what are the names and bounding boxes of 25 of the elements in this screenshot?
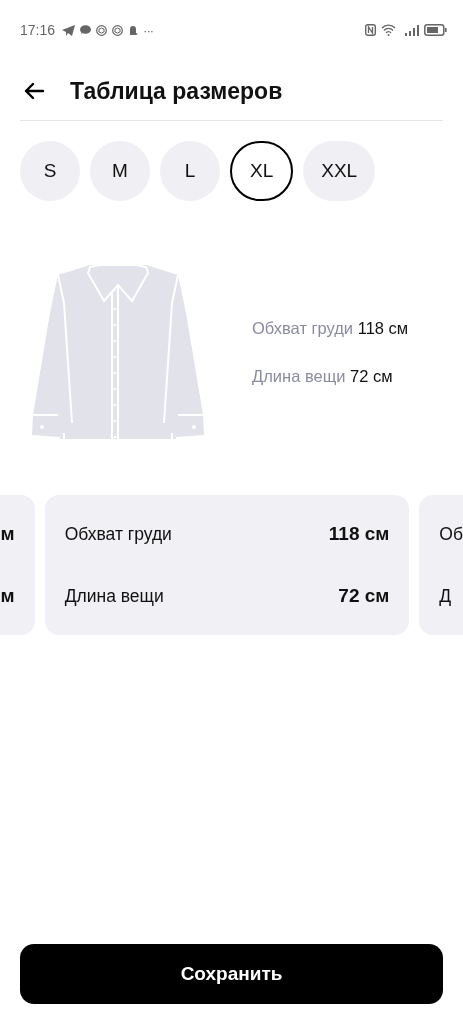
- measurement-text: Длина вещи 72 см: [252, 366, 394, 386]
- chat-icon: [80, 25, 92, 35]
- page-title: Таблица размеров: [70, 77, 283, 105]
- measurement-value: 72 см: [338, 585, 390, 607]
- wifi-icon: [381, 24, 396, 36]
- size-chip[interactable]: XXL: [303, 141, 376, 201]
- size-chip[interactable]: S: [20, 141, 80, 201]
- measurement-label: Об: [439, 523, 463, 545]
- signal-icon: [405, 24, 419, 36]
- nfc-icon: [365, 24, 376, 36]
- measurement-value: м: [0, 523, 15, 545]
- size-chip[interactable]: L: [160, 141, 220, 201]
- measurement-value: м: [0, 585, 15, 607]
- telegram-icon: [62, 24, 76, 36]
- more-notifications: ···: [143, 22, 154, 38]
- save-button[interactable]: Сохранить: [20, 944, 443, 1004]
- status-time: 17:16: [20, 22, 56, 38]
- measurement-label: Длина вещи: [64, 585, 164, 607]
- measurement-value: 118 см: [328, 523, 390, 545]
- measurement-label: Обхват груди: [64, 523, 172, 545]
- measurement-label: Д: [439, 585, 452, 607]
- size-chip[interactable]: XL: [230, 141, 294, 201]
- measurement-text: Обхват груди 118 см: [252, 318, 409, 338]
- battery-icon: [424, 24, 447, 36]
- size-chip[interactable]: M: [90, 141, 150, 201]
